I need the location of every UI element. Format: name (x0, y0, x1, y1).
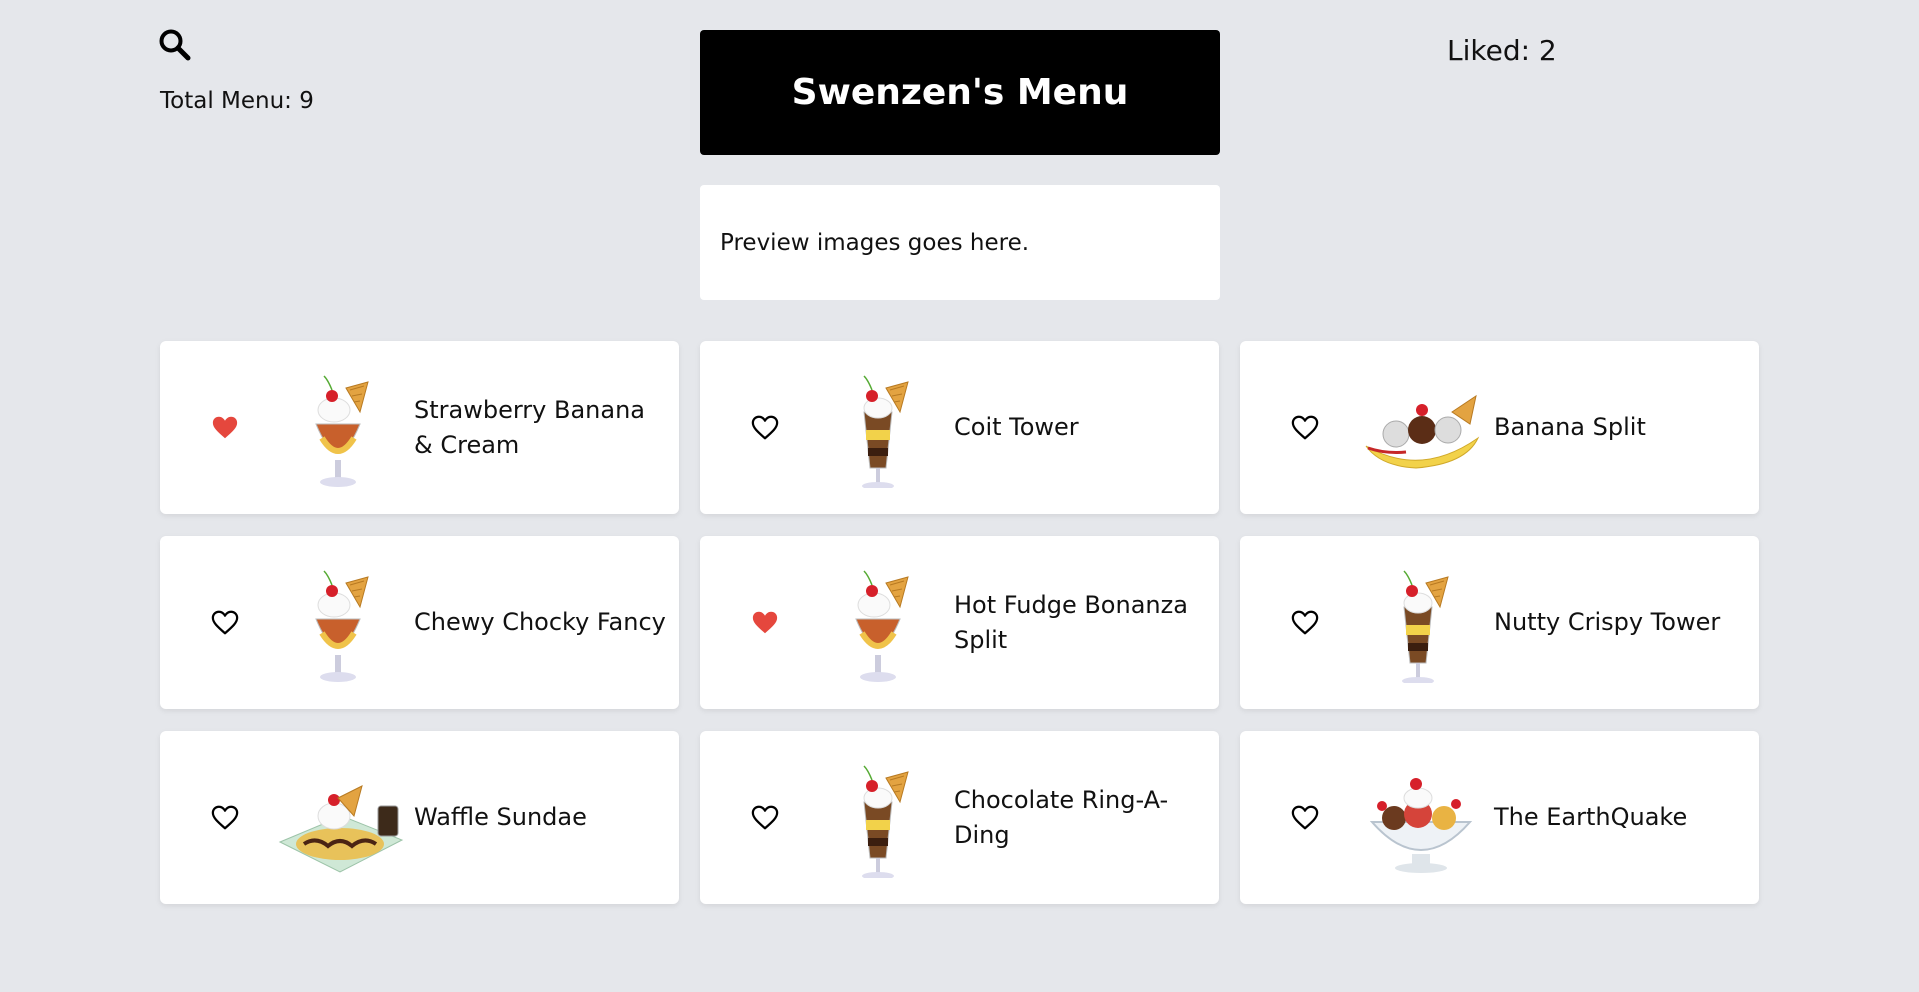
heart-outline-icon[interactable] (1290, 413, 1320, 443)
menu-card[interactable]: Chewy Chocky Fancy (160, 536, 679, 709)
heart-filled-icon[interactable] (210, 413, 240, 443)
menu-item-name: Chocolate Ring-A-Ding (954, 785, 1169, 849)
menu-card[interactable]: Banana Split (1240, 341, 1759, 514)
heart-outline-icon[interactable] (1290, 803, 1320, 833)
menu-card[interactable]: Strawberry Banana & Cream (160, 341, 679, 514)
menu-grid: Strawberry Banana & Cream Coit Tower Ban… (160, 341, 1759, 904)
total-menu-count: Total Menu: 9 (160, 88, 314, 114)
tall-parfait-icon (1356, 548, 1486, 698)
search-icon (159, 29, 191, 61)
tall-parfait-icon (816, 353, 946, 503)
menu-item-name: Waffle Sundae (414, 803, 587, 831)
menu-card[interactable]: Coit Tower (700, 341, 1219, 514)
menu-item-name: The EarthQuake (1494, 803, 1688, 831)
banana-split-boat-icon (1356, 353, 1486, 503)
heart-outline-icon[interactable] (210, 803, 240, 833)
tall-parfait-icon (816, 743, 946, 893)
heart-outline-icon[interactable] (750, 803, 780, 833)
preview-panel: Preview images goes here. (700, 185, 1220, 300)
sundae-glass-icon (276, 353, 406, 503)
menu-item-name: Hot Fudge Bonanza Split (954, 590, 1188, 654)
fudge-sundae-icon (816, 548, 946, 698)
menu-item-name: Coit Tower (954, 413, 1079, 441)
search-button[interactable] (158, 28, 192, 62)
preview-text: Preview images goes here. (720, 229, 1030, 256)
menu-item-name: Strawberry Banana & Cream (414, 395, 645, 459)
menu-item-name: Banana Split (1494, 413, 1646, 441)
heart-outline-icon[interactable] (1290, 608, 1320, 638)
menu-item-name: Nutty Crispy Tower (1494, 608, 1721, 636)
menu-card[interactable]: The EarthQuake (1240, 731, 1759, 904)
menu-card[interactable]: Nutty Crispy Tower (1240, 536, 1759, 709)
waffle-plate-icon (276, 743, 406, 893)
menu-card[interactable]: Waffle Sundae (160, 731, 679, 904)
menu-card[interactable]: Hot Fudge Bonanza Split (700, 536, 1219, 709)
menu-card[interactable]: Chocolate Ring-A-Ding (700, 731, 1219, 904)
menu-item-name: Chewy Chocky Fancy (414, 608, 666, 636)
heart-filled-icon[interactable] (750, 608, 780, 638)
page-title-banner: Swenzen's Menu (700, 30, 1220, 155)
chocolate-sundae-icon (276, 548, 406, 698)
heart-outline-icon[interactable] (750, 413, 780, 443)
sundae-bowl-icon (1356, 743, 1486, 893)
liked-count: Liked: 2 (1447, 34, 1557, 67)
heart-outline-icon[interactable] (210, 608, 240, 638)
page-title: Swenzen's Menu (791, 72, 1129, 113)
